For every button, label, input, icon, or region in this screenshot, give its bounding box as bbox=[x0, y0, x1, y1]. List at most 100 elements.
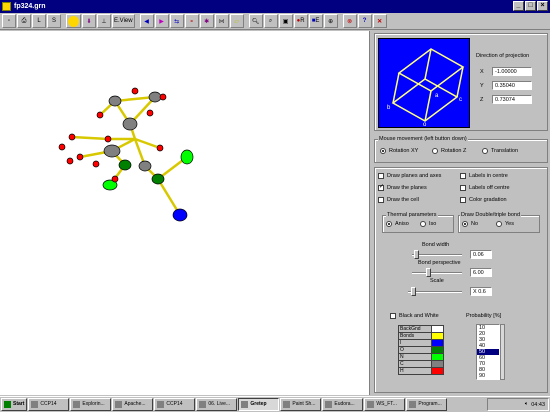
rotation-z-option[interactable]: Rotation Z bbox=[432, 148, 466, 154]
taskbar-item[interactable]: Apache... bbox=[112, 398, 154, 411]
colour-row[interactable]: BackGnd bbox=[398, 325, 444, 333]
atom-button[interactable] bbox=[66, 14, 81, 28]
rotation-xy-option[interactable]: Rotation XY bbox=[380, 148, 418, 154]
bond-no-option[interactable]: No bbox=[462, 221, 478, 227]
move-button[interactable]: ⇆ bbox=[169, 14, 184, 28]
labels-off-option[interactable]: Labels off centre bbox=[460, 185, 510, 191]
taskbar-item[interactable]: Eudora... bbox=[322, 398, 364, 411]
taskbar: Start CCP14 Explorin... Apache... CCP14 06. … bbox=[0, 396, 550, 412]
taskbar-item[interactable]: CCP14 bbox=[154, 398, 196, 411]
network-button[interactable]: ⋈ bbox=[214, 14, 229, 28]
scale-slider[interactable] bbox=[408, 287, 462, 296]
translation-radio[interactable] bbox=[482, 148, 488, 154]
export-button[interactable]: ■ E bbox=[308, 14, 323, 28]
black-white-checkbox[interactable] bbox=[390, 313, 396, 319]
colour-row-label: N bbox=[398, 353, 432, 361]
view-button[interactable]: E.View bbox=[112, 14, 135, 28]
colour-swatch[interactable] bbox=[431, 346, 444, 354]
stop-button[interactable]: ⊗ bbox=[342, 14, 357, 28]
aniso-option[interactable]: Aniso bbox=[386, 221, 409, 227]
colour-swatch[interactable] bbox=[431, 325, 444, 333]
draw-planes-axes-option[interactable]: Draw planes and axes bbox=[378, 173, 441, 179]
draw-planes-option[interactable]: Draw the planes bbox=[378, 183, 427, 191]
taskbar-item[interactable]: 06. Live... bbox=[196, 398, 238, 411]
y-field[interactable]: 0.35040 bbox=[492, 81, 532, 90]
iso-radio[interactable] bbox=[420, 221, 426, 227]
colour-swatch[interactable] bbox=[431, 367, 444, 375]
colour-row[interactable]: N bbox=[398, 353, 444, 361]
bond-width-thumb[interactable] bbox=[414, 250, 419, 259]
draw-planes-checkbox[interactable] bbox=[378, 183, 384, 191]
symbol-button[interactable]: S bbox=[47, 14, 61, 28]
colour-row[interactable]: C bbox=[398, 360, 444, 368]
x-field[interactable]: -1.00000 bbox=[492, 67, 532, 76]
save-button[interactable]: ▣ bbox=[278, 14, 293, 28]
bond-width-slider[interactable] bbox=[412, 250, 462, 259]
bond-button[interactable]: ⚬ bbox=[184, 14, 199, 28]
colour-swatch[interactable] bbox=[431, 360, 444, 368]
taskbar-item[interactable]: Program... bbox=[406, 398, 448, 411]
labels-centre-option[interactable]: Labels in centre bbox=[460, 173, 508, 179]
start-button[interactable]: Start bbox=[1, 398, 28, 411]
labels-centre-checkbox[interactable] bbox=[460, 173, 466, 179]
render-button[interactable]: ● R bbox=[293, 14, 308, 28]
probability-option[interactable]: 90 bbox=[477, 373, 499, 379]
arrow-button[interactable]: ⬇ bbox=[82, 14, 96, 28]
rotate-left-button[interactable]: ◀ bbox=[139, 14, 154, 28]
rotation-xy-radio[interactable] bbox=[380, 148, 386, 154]
scale-thumb[interactable] bbox=[411, 287, 416, 296]
bond-no-radio[interactable] bbox=[462, 221, 468, 227]
help-button[interactable]: ? bbox=[357, 14, 372, 28]
rotate-right-button[interactable]: ▶ bbox=[154, 14, 169, 28]
colour-gradation-option[interactable]: Color gradation bbox=[460, 197, 507, 203]
translation-option[interactable]: Translation bbox=[482, 148, 518, 154]
new-button[interactable]: ▫ bbox=[2, 14, 16, 28]
plane-button[interactable]: ▱ bbox=[229, 14, 244, 28]
axes-button[interactable]: ⊥ bbox=[97, 14, 111, 28]
minimize-button[interactable]: _ bbox=[513, 1, 524, 11]
colour-gradation-checkbox[interactable] bbox=[460, 197, 466, 203]
iso-option[interactable]: Iso bbox=[420, 221, 436, 227]
maximize-button[interactable]: □ bbox=[525, 1, 536, 11]
colour-swatch[interactable] bbox=[431, 353, 444, 361]
colour-swatch[interactable] bbox=[431, 332, 444, 340]
colour-row[interactable]: O bbox=[398, 346, 444, 354]
colour-row[interactable]: I bbox=[398, 339, 444, 347]
label-button[interactable]: L bbox=[32, 14, 46, 28]
taskbar-item[interactable]: WS_FT... bbox=[364, 398, 406, 411]
bond-perspective-field[interactable]: 6.00 bbox=[470, 268, 492, 277]
taskbar-item[interactable]: CCP14 bbox=[28, 398, 70, 411]
molecule-button[interactable]: ✱ bbox=[199, 14, 214, 28]
projection-view[interactable]: a b c o bbox=[378, 38, 470, 128]
draw-cell-checkbox[interactable] bbox=[378, 197, 384, 203]
zoom-in-button[interactable]: 🔍︎ bbox=[248, 14, 263, 28]
taskbar-item-label: Program... bbox=[418, 401, 442, 407]
draw-cell-option[interactable]: Draw the cell bbox=[378, 197, 419, 203]
bond-yes-option[interactable]: Yes bbox=[496, 221, 514, 227]
scale-field[interactable]: X 0.6 bbox=[470, 287, 492, 296]
exit-button[interactable]: ✕ bbox=[372, 14, 387, 28]
probability-list[interactable]: 10 20 30 40 50 60 70 80 90 bbox=[476, 324, 500, 380]
z-field[interactable]: 0.73074 bbox=[492, 95, 532, 104]
colour-row[interactable]: H bbox=[398, 367, 444, 375]
taskbar-item[interactable]: Explorin... bbox=[70, 398, 112, 411]
aniso-radio[interactable] bbox=[386, 221, 392, 227]
molecule-canvas[interactable] bbox=[0, 31, 370, 395]
bond-perspective-thumb[interactable] bbox=[426, 268, 431, 277]
draw-planes-axes-checkbox[interactable] bbox=[378, 173, 384, 179]
colour-row[interactable]: Bonds bbox=[398, 332, 444, 340]
add-button[interactable]: ⊕ bbox=[323, 14, 338, 28]
zoom-out-button[interactable]: ⌕ bbox=[263, 14, 278, 28]
bond-width-field[interactable]: 0.06 bbox=[470, 250, 492, 259]
bond-yes-radio[interactable] bbox=[496, 221, 502, 227]
close-button[interactable]: × bbox=[537, 1, 548, 11]
taskbar-item[interactable]: Gretep bbox=[238, 398, 280, 411]
bond-perspective-slider[interactable] bbox=[412, 268, 462, 277]
print-button[interactable]: ⎙ bbox=[17, 14, 31, 28]
probability-scrollbar[interactable] bbox=[500, 324, 505, 380]
rotation-z-radio[interactable] bbox=[432, 148, 438, 154]
taskbar-item[interactable]: Paint Sh... bbox=[280, 398, 322, 411]
colour-swatch[interactable] bbox=[431, 339, 444, 347]
labels-off-checkbox[interactable] bbox=[460, 185, 466, 191]
black-white-option[interactable]: Black and White bbox=[390, 313, 439, 319]
